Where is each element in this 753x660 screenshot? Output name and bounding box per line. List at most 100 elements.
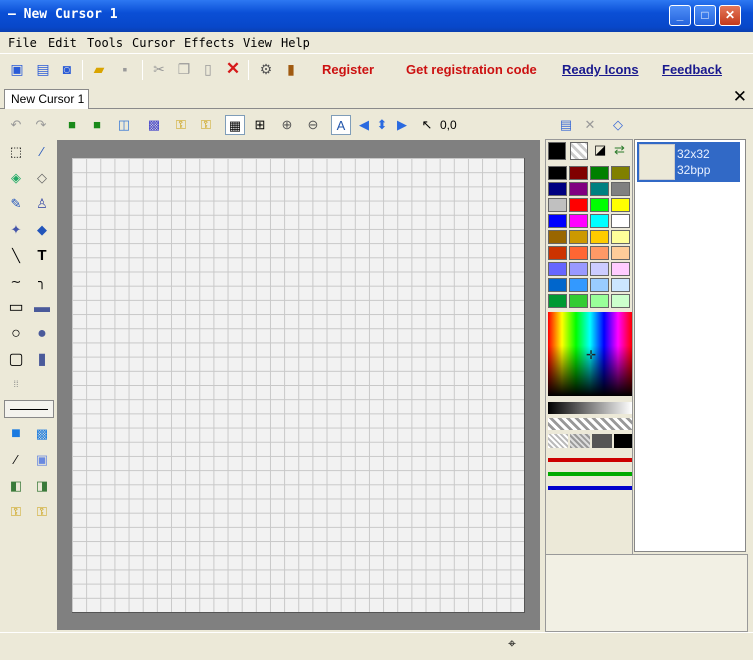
blue-slider[interactable] [548, 486, 632, 490]
lock-layer-icon[interactable]: ⚿ [196, 115, 216, 135]
color-swatch[interactable] [590, 294, 609, 308]
alpha-ramp[interactable] [548, 418, 632, 430]
color-swatch[interactable] [569, 166, 588, 180]
paste-icon[interactable]: ▯ [199, 60, 217, 78]
layer-merge-icon[interactable]: ◨ [32, 476, 52, 496]
color-swatch[interactable] [548, 198, 567, 212]
filled-rectangle-icon[interactable]: ▬ [32, 298, 52, 318]
color-swatch[interactable] [548, 166, 567, 180]
color-swatch[interactable] [611, 246, 630, 260]
menu-effects[interactable]: Effects [184, 36, 235, 50]
color-swatch[interactable] [569, 214, 588, 228]
zoom-out-icon[interactable]: ⊖ [303, 115, 323, 135]
color-swatch[interactable] [611, 278, 630, 292]
filled-ellipse-icon[interactable]: ● [32, 324, 52, 344]
undo-icon[interactable]: ↶ [6, 115, 26, 135]
color-swatch[interactable] [611, 214, 630, 228]
pattern-swatch[interactable] [592, 434, 612, 448]
unlock-icon[interactable]: ⚿ [32, 502, 52, 522]
color-swatch[interactable] [569, 198, 588, 212]
arc-icon[interactable]: ╮ [32, 272, 52, 292]
primary-color-swatch[interactable] [548, 142, 566, 160]
color-swatch[interactable] [569, 262, 588, 276]
eyedropper-icon[interactable]: ⁄ [32, 142, 52, 162]
open-folder-icon[interactable]: ▰ [90, 60, 108, 78]
maximize-button[interactable]: □ [694, 5, 716, 26]
color-picker-icon[interactable]: ◪ [594, 142, 606, 158]
move-right-icon[interactable]: ▶ [392, 115, 412, 135]
color-swatch[interactable] [548, 246, 567, 260]
cut-icon[interactable]: ✂ [150, 60, 168, 78]
erase-image-icon[interactable]: ◇ [608, 115, 628, 135]
stroke-style-icon[interactable]: ⁄ [6, 450, 26, 470]
color-swatch[interactable] [590, 198, 609, 212]
lock-transparency-icon[interactable]: ⚿ [171, 115, 191, 135]
copy-icon[interactable]: ❐ [175, 60, 193, 78]
move-vertical-icon[interactable]: ⬍ [372, 115, 392, 135]
color-swatch[interactable] [548, 214, 567, 228]
solid-fill-icon[interactable]: ■ [6, 424, 26, 444]
menu-cursor[interactable]: Cursor [132, 36, 175, 50]
close-tab-icon[interactable]: ✕ [733, 87, 747, 107]
color-swatch[interactable] [611, 294, 630, 308]
brightness-ramp[interactable] [548, 402, 632, 414]
minimize-button[interactable]: _ [669, 5, 691, 26]
swap-colors-icon[interactable]: ⇄ [614, 142, 625, 158]
color-swatch[interactable] [590, 230, 609, 244]
eraser-icon[interactable]: ◈ [6, 168, 26, 188]
image-list-item[interactable]: 32x32 32bpp [637, 142, 740, 182]
book-icon[interactable]: ▮ [282, 60, 300, 78]
color-swatch[interactable] [569, 182, 588, 196]
drawing-canvas[interactable] [72, 158, 525, 613]
fill-bucket-icon[interactable]: ◆ [32, 220, 52, 240]
line-width-selector[interactable] [4, 400, 54, 418]
green-slider[interactable] [548, 472, 632, 476]
color-swatch[interactable] [611, 230, 630, 244]
color-swatch[interactable] [590, 182, 609, 196]
color-swatch[interactable] [590, 278, 609, 292]
pattern-swatch[interactable] [570, 434, 590, 448]
pattern-swatch[interactable] [548, 434, 568, 448]
color-swatch[interactable] [611, 182, 630, 196]
hotspot-icon[interactable]: ↖ [417, 115, 437, 135]
line-icon[interactable]: ╲ [6, 246, 26, 266]
pattern-fill-icon[interactable]: ▩ [32, 424, 52, 444]
color-swatch[interactable] [590, 262, 609, 276]
batch-icon[interactable]: ⚙ [257, 60, 275, 78]
color-swatch[interactable] [548, 230, 567, 244]
color-eraser-icon[interactable]: ◇ [32, 168, 52, 188]
pattern-swatch[interactable] [614, 434, 632, 448]
color-swatch[interactable] [590, 166, 609, 180]
menu-tools[interactable]: Tools [87, 36, 123, 50]
cube-icon[interactable]: ◫ [114, 115, 134, 135]
move-left-icon[interactable]: ◀ [354, 115, 374, 135]
menu-edit[interactable]: Edit [48, 36, 77, 50]
color-swatch[interactable] [569, 246, 588, 260]
layer-select-icon[interactable]: ■ [87, 115, 107, 135]
spray-icon[interactable]: ✦ [6, 220, 26, 240]
save-icon[interactable]: ▪ [116, 60, 134, 78]
delete-image-icon[interactable]: ✕ [580, 115, 600, 135]
feedback-link[interactable]: Feedback [662, 62, 722, 77]
color-swatch[interactable] [590, 246, 609, 260]
color-swatch[interactable] [548, 294, 567, 308]
filled-rounded-rect-icon[interactable]: ▮ [32, 350, 52, 370]
ellipse-icon[interactable]: ○ [6, 324, 26, 344]
color-swatch[interactable] [569, 278, 588, 292]
redo-icon[interactable]: ↷ [31, 115, 51, 135]
pencil-icon[interactable]: ✎ [6, 194, 26, 214]
secondary-color-swatch[interactable] [570, 142, 588, 160]
rectangle-icon[interactable]: ▭ [6, 298, 26, 318]
rect-select-icon[interactable]: ⬚ [6, 142, 26, 162]
pixel-grid-icon[interactable]: ⊞ [250, 115, 270, 135]
new-cursor-icon[interactable]: ▣ [8, 60, 26, 78]
curve-icon[interactable]: ∼ [6, 272, 26, 292]
color-swatch[interactable] [611, 198, 630, 212]
layer-icon[interactable]: ■ [62, 115, 82, 135]
brush-icon[interactable]: ♙ [32, 194, 52, 214]
red-slider[interactable] [548, 458, 632, 462]
color-swatch[interactable] [548, 182, 567, 196]
color-swatch[interactable] [569, 230, 588, 244]
color-spectrum[interactable]: ✛ [548, 312, 632, 396]
tab-new-cursor-1[interactable]: New Cursor 1 [4, 89, 89, 109]
